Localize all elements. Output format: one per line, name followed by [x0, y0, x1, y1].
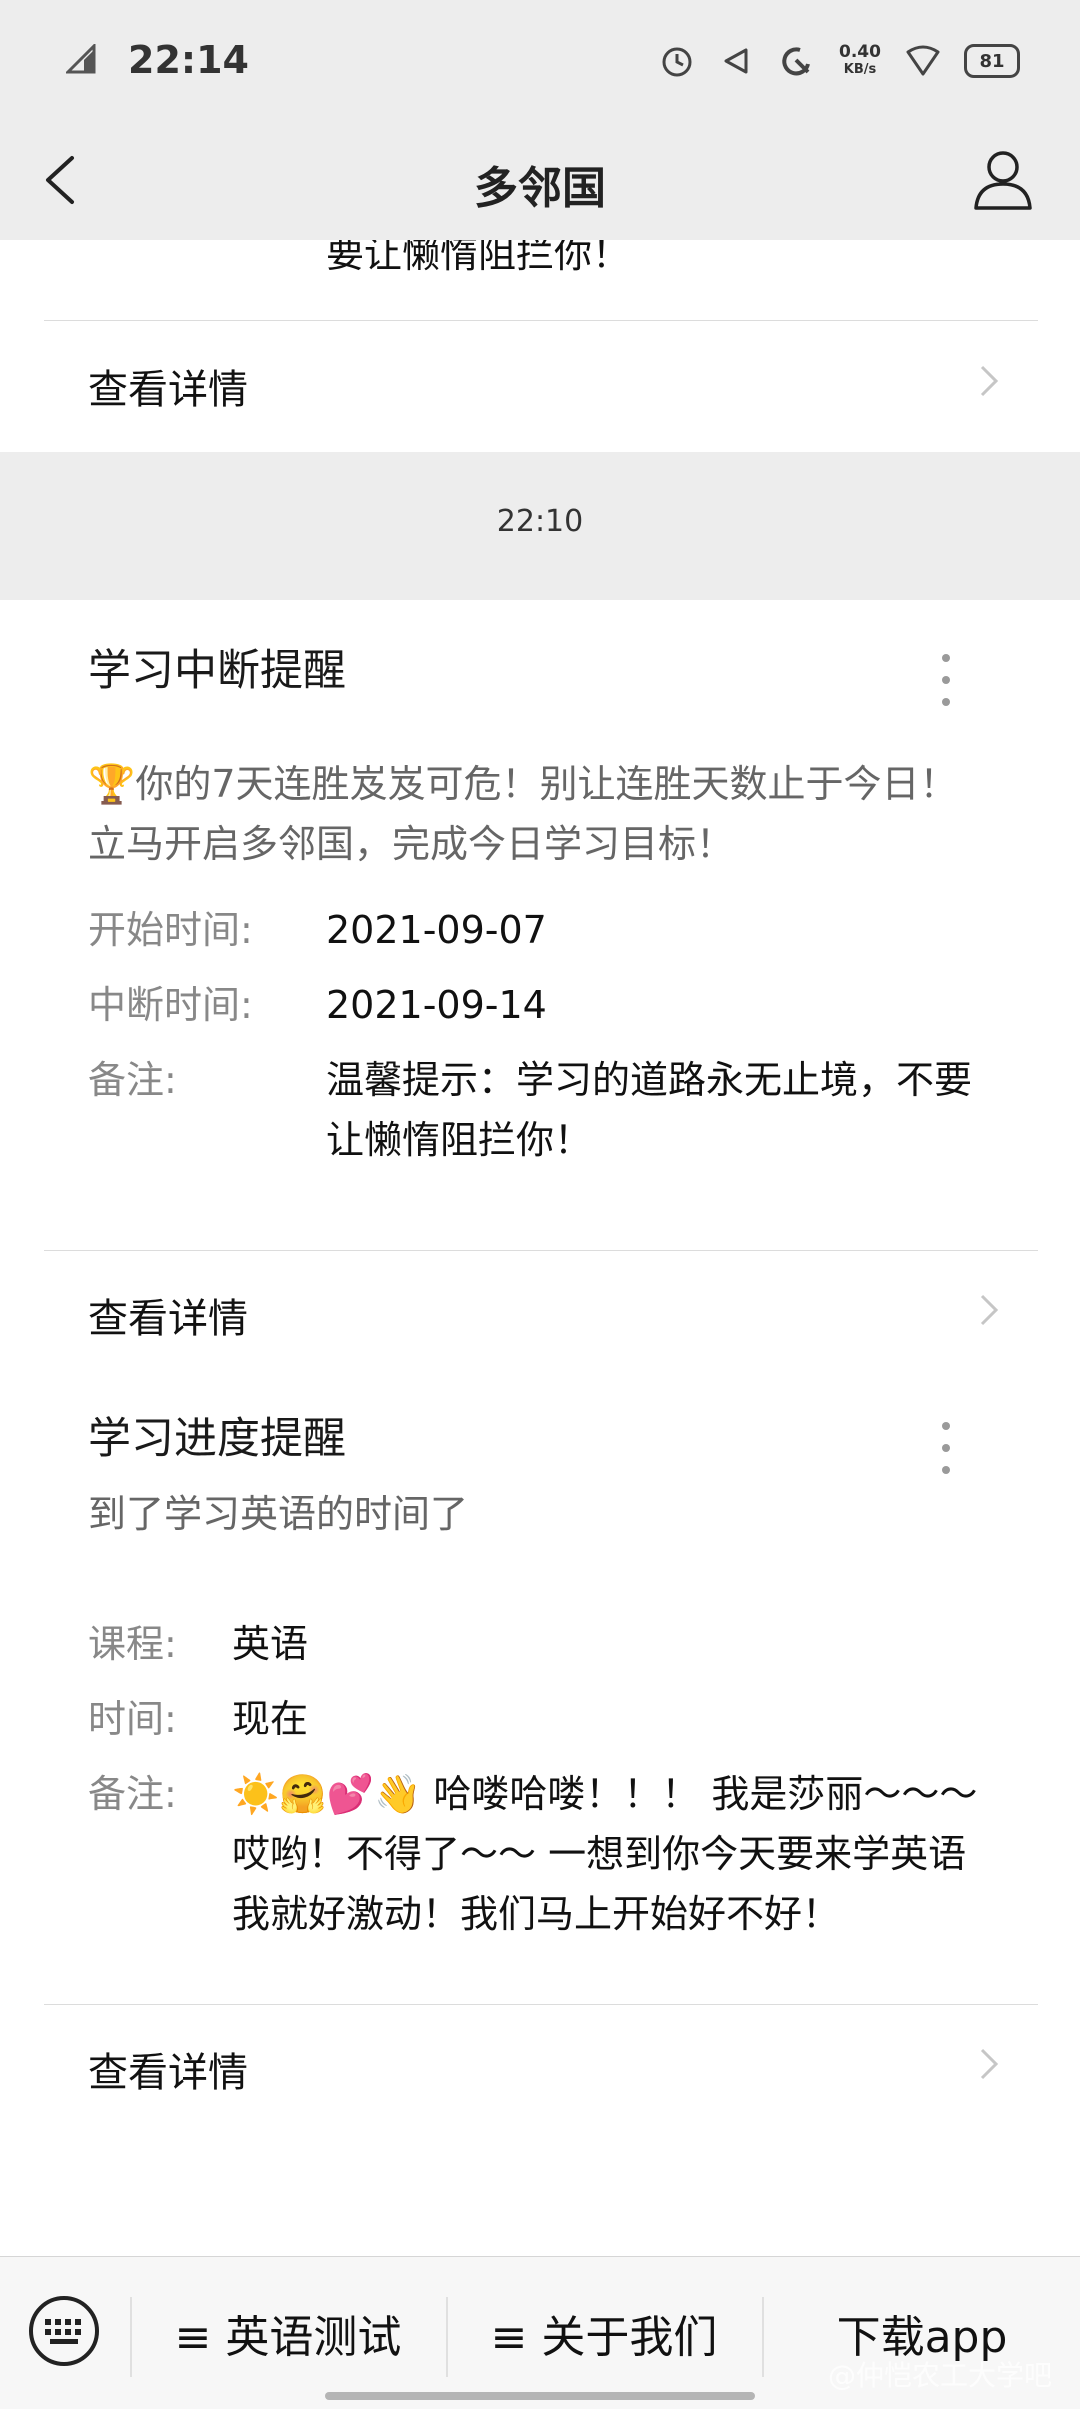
alarm-icon	[658, 42, 696, 80]
app-notification-icon	[718, 42, 756, 80]
divider	[44, 2004, 1038, 2005]
nav-bar: 多邻国	[0, 124, 1080, 240]
more-options-icon[interactable]	[940, 654, 952, 710]
chevron-right-icon	[980, 2048, 999, 2080]
network-speed-value: 0.40	[839, 42, 881, 62]
sync-icon	[778, 42, 816, 80]
network-speed: 0.40 KB/s	[838, 43, 882, 79]
more-options-icon[interactable]	[940, 1422, 952, 1478]
message-description: 🏆你的7天连胜岌岌可危！别让连胜天数止于今日！立马开启多邻国，完成今日学习目标！	[88, 762, 958, 866]
network-speed-unit: KB/s	[843, 62, 877, 77]
field-value: 英语	[232, 1622, 309, 1666]
status-icons: 0.40 KB/s 81	[658, 40, 1020, 82]
field-value: 温馨提示：学习的道路永无止境，不要让懒惰阻拦你！	[326, 1058, 973, 1162]
view-details-row[interactable]: 查看详情	[0, 2006, 1080, 2122]
menu-english-test[interactable]: ≡ 英语测试	[132, 2257, 444, 2409]
battery-icon: 81	[964, 44, 1020, 78]
partial-note-text: 要让懒惰阻拦你！	[326, 240, 631, 276]
field-label: 开始时间:	[88, 908, 253, 952]
field-value: ☀️🤗💕👋 哈喽哈喽！！！ 我是莎丽～～～ 哎哟！不得了～～ 一想到你今天要来学…	[232, 1772, 978, 1936]
chevron-right-icon	[980, 1294, 999, 1326]
view-details-label: 查看详情	[88, 2050, 248, 2096]
user-icon[interactable]	[970, 146, 1036, 212]
view-details-label: 查看详情	[88, 1296, 248, 1342]
previous-message-card: 要让懒惰阻拦你！ 查看详情	[0, 240, 1080, 452]
divider	[44, 320, 1038, 321]
watermark: @仲恺农工大学吧	[827, 2359, 1052, 2392]
field-value: 现在	[232, 1697, 309, 1741]
view-details-label: 查看详情	[88, 367, 248, 413]
message-description: 到了学习英语的时间了	[88, 1492, 469, 1536]
field-value: 2021-09-07	[326, 908, 547, 952]
message-card: 学习进度提醒 到了学习英语的时间了 课程: 英语 时间: 现在 备注: ☀️🤗💕…	[0, 1400, 1080, 2256]
menu-about-us[interactable]: ≡ 关于我们	[448, 2257, 760, 2409]
message-title: 学习进度提醒	[88, 1414, 346, 1464]
message-title: 学习中断提醒	[88, 646, 346, 696]
view-details-row[interactable]: 查看详情	[0, 323, 1080, 439]
divider	[44, 1250, 1038, 1251]
signal-icon	[66, 44, 96, 74]
status-bar: 22:14 0.40 KB/s 81	[0, 0, 1080, 124]
view-details-row[interactable]: 查看详情	[0, 1252, 1080, 1368]
wifi-icon	[904, 42, 942, 80]
field-label: 时间:	[88, 1697, 177, 1741]
message-timestamp: 22:10	[496, 504, 584, 539]
keyboard-icon[interactable]	[28, 2295, 100, 2367]
field-label: 备注:	[88, 1058, 177, 1102]
field-value: 2021-09-14	[326, 983, 547, 1027]
field-label: 课程:	[88, 1622, 177, 1666]
status-time: 22:14	[128, 38, 249, 82]
message-list[interactable]: 要让懒惰阻拦你！ 查看详情 22:10 学习中断提醒 🏆你的7天连胜岌岌可危！别…	[0, 240, 1080, 2256]
field-label: 备注:	[88, 1772, 177, 1816]
chevron-right-icon	[980, 365, 999, 397]
page-title: 多邻国	[474, 163, 606, 214]
home-indicator[interactable]	[325, 2392, 755, 2400]
field-label: 中断时间:	[88, 983, 253, 1027]
